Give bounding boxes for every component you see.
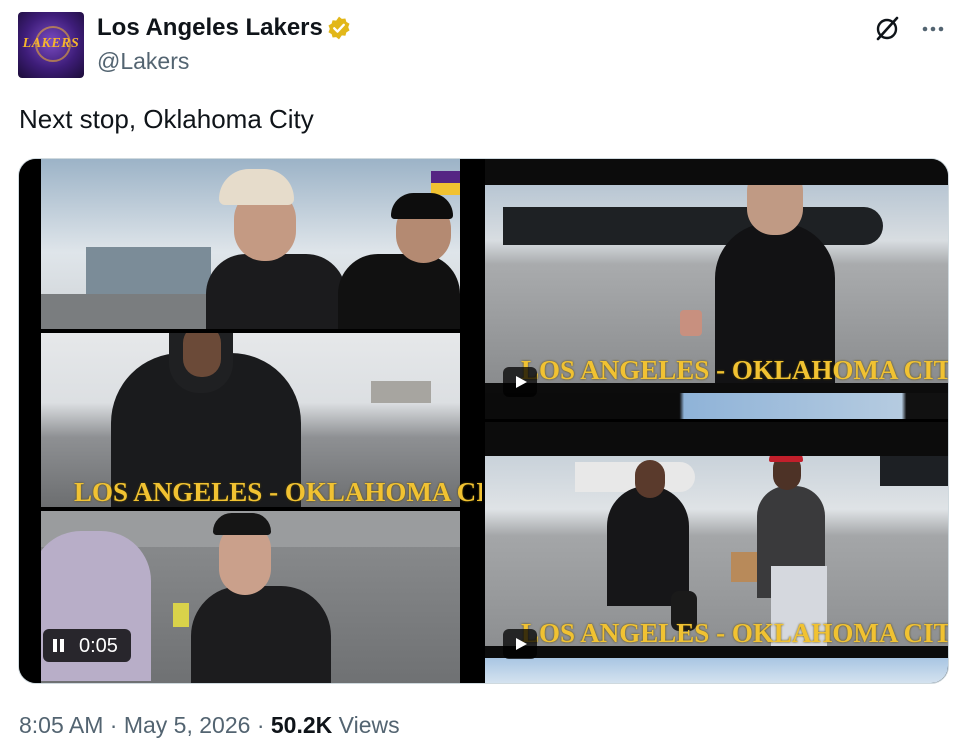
video-frame-2-lower [485,393,948,419]
grok-icon[interactable] [872,14,902,44]
meta-separator: · [103,712,124,738]
video-timestamp-text: 0:05 [79,635,118,657]
video-frame-2 [485,185,948,383]
views-count[interactable]: 50.2K [271,712,332,738]
video-tile-3[interactable]: LOS ANGELES - OKLAHOMA CITY [485,422,948,683]
pause-icon[interactable] [53,639,65,652]
video-overlay-text: LOS ANGELES - OKLAHOMA CITY [521,355,948,385]
verified-badge-icon [328,16,350,40]
play-icon[interactable] [503,367,537,397]
author-name[interactable]: Los Angeles Lakers [97,14,323,42]
tweet-text: Next stop, Oklahoma City [19,104,314,134]
tweet-time[interactable]: 8:05 AM [19,712,103,738]
video-tile-1[interactable]: LOS ANGELES - OKLAHOMA CITY 0:05 [19,159,482,683]
play-icon[interactable] [503,629,537,659]
media-grid: LOS ANGELES - OKLAHOMA CITY 0:05 LOS ANG… [18,158,949,684]
more-icon[interactable] [918,14,948,44]
video-overlay-text: LOS ANGELES - OKLAHOMA CITY [74,477,482,507]
views-label: Views [332,712,400,738]
author-handle[interactable]: @Lakers [97,48,189,75]
video-tile-2[interactable]: LOS ANGELES - OKLAHOMA CITY [485,159,948,419]
meta-separator: · [250,712,271,738]
avatar-logo-text: LAKERS [22,36,80,51]
tweet-meta: 8:05 AM · May 5, 2026 · 50.2K Views [19,712,400,739]
video-frame-top [41,159,460,329]
video-frame-3-lower [485,658,948,683]
video-timestamp[interactable]: 0:05 [43,629,131,662]
avatar[interactable]: LAKERS [18,12,84,78]
video-overlay-text: LOS ANGELES - OKLAHOMA CITY [521,618,948,648]
tweet-date[interactable]: May 5, 2026 [124,712,251,738]
